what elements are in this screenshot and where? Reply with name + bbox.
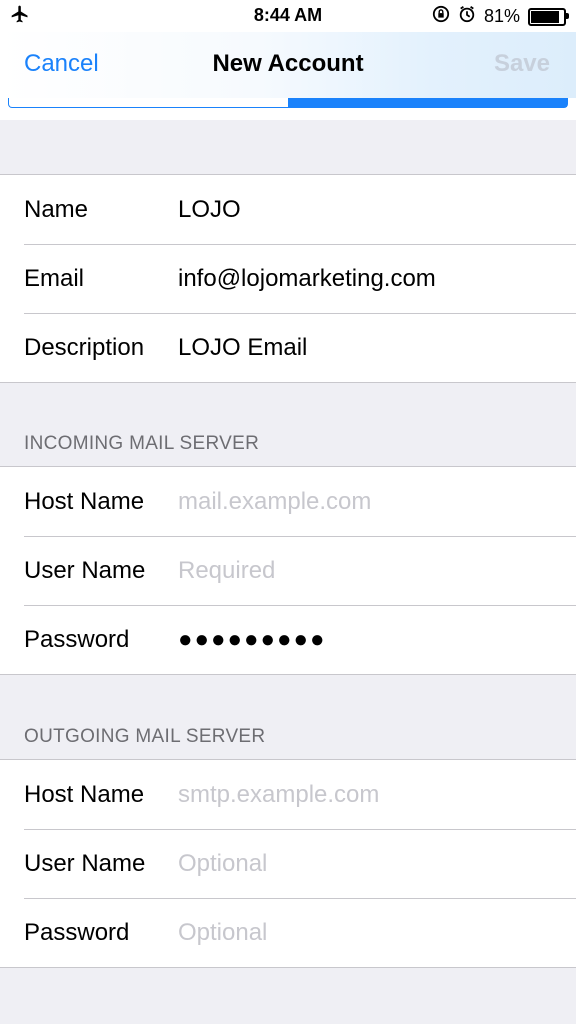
- save-button[interactable]: Save: [494, 50, 550, 78]
- outgoing-password-row[interactable]: Password Optional: [0, 898, 576, 967]
- incoming-user-label: User Name: [24, 557, 146, 584]
- email-row[interactable]: Email info@lojomarketing.com: [0, 244, 576, 313]
- name-field[interactable]: LOJO: [178, 196, 241, 224]
- outgoing-host-field[interactable]: smtp.example.com: [178, 781, 379, 809]
- incoming-host-label: Host Name: [24, 488, 145, 515]
- description-field[interactable]: LOJO Email: [178, 334, 307, 362]
- incoming-host-row[interactable]: Host Name mail.example.com: [0, 467, 576, 536]
- page-title: New Account: [212, 50, 364, 77]
- incoming-server-header: INCOMING MAIL SERVER: [24, 433, 260, 454]
- incoming-password-field[interactable]: ●●●●●●●●●: [178, 626, 326, 654]
- rotation-lock-icon: [432, 5, 450, 28]
- navigation-bar: Cancel New Account Save: [0, 32, 576, 98]
- outgoing-server-header: OUTGOING MAIL SERVER: [24, 726, 266, 747]
- description-row[interactable]: Description LOJO Email: [0, 313, 576, 382]
- outgoing-host-row[interactable]: Host Name smtp.example.com: [0, 760, 576, 829]
- incoming-password-row[interactable]: Password ●●●●●●●●●: [0, 605, 576, 674]
- outgoing-password-field[interactable]: Optional: [178, 919, 267, 947]
- outgoing-user-label: User Name: [24, 850, 146, 877]
- description-label: Description: [24, 334, 145, 361]
- outgoing-password-label: Password: [24, 919, 130, 946]
- battery-fill: [531, 10, 559, 23]
- outgoing-server-group: Host Name smtp.example.com User Name Opt…: [0, 759, 576, 968]
- incoming-host-field[interactable]: mail.example.com: [178, 488, 371, 516]
- status-bar: 8:44 AM 81%: [0, 0, 576, 32]
- outgoing-user-row[interactable]: User Name Optional: [0, 829, 576, 898]
- incoming-user-field[interactable]: Required: [178, 557, 275, 585]
- alarm-icon: [458, 5, 476, 28]
- outgoing-user-field[interactable]: Optional: [178, 850, 267, 878]
- email-label: Email: [24, 265, 85, 292]
- outgoing-host-label: Host Name: [24, 781, 145, 808]
- battery-percent: 81%: [483, 6, 520, 26]
- incoming-server-group: Host Name mail.example.com User Name Req…: [0, 466, 576, 675]
- name-row[interactable]: Name LOJO: [0, 175, 576, 244]
- incoming-password-label: Password: [24, 626, 130, 653]
- progress-fill: [288, 98, 567, 107]
- account-info-group: Name LOJO Email info@lojomarketing.com D…: [0, 174, 576, 383]
- email-field[interactable]: info@lojomarketing.com: [178, 265, 436, 293]
- name-label: Name: [24, 196, 89, 223]
- incoming-user-row[interactable]: User Name Required: [0, 536, 576, 605]
- battery-icon: [528, 7, 569, 26]
- progress-bar: [8, 98, 568, 108]
